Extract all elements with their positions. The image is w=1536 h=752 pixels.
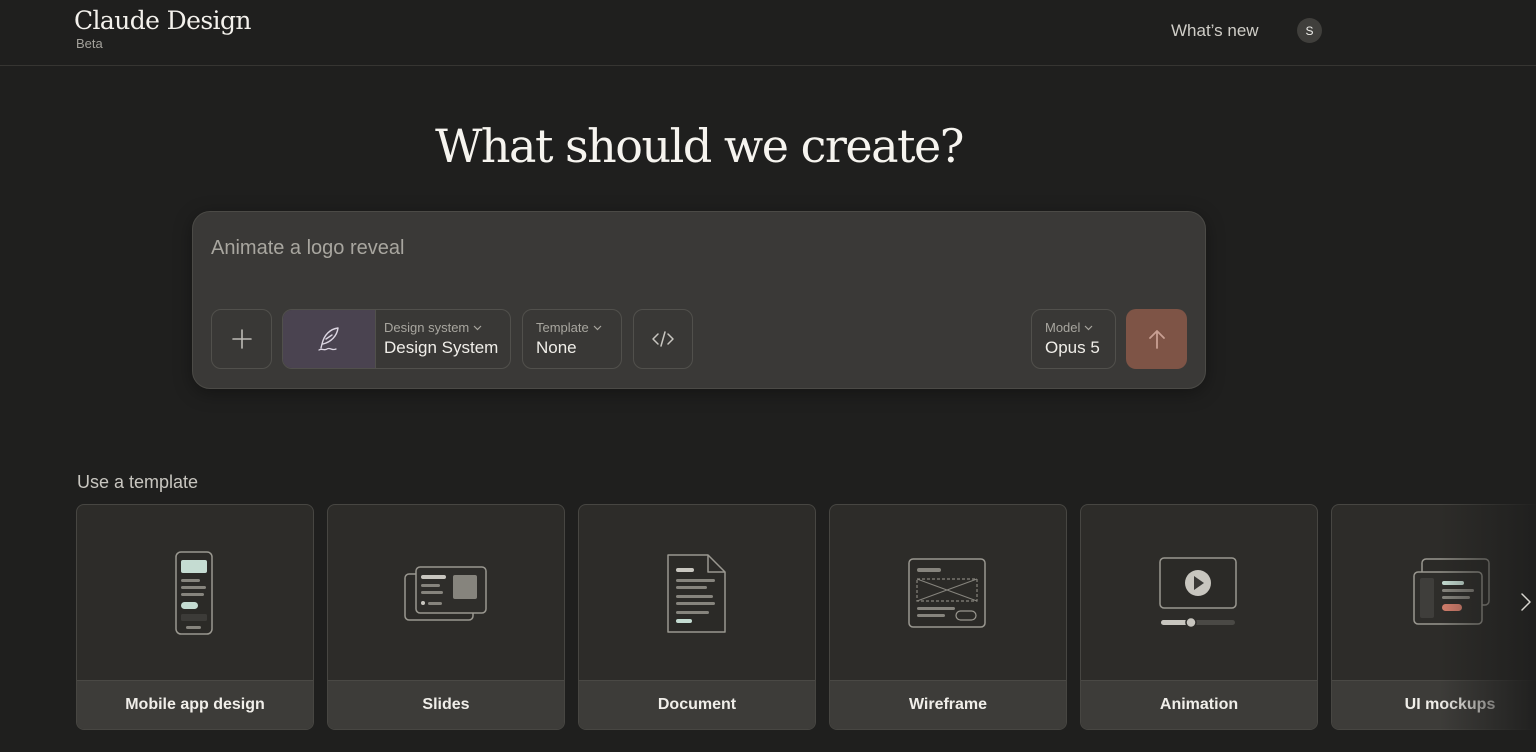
code-icon (652, 331, 674, 347)
arrow-up-icon (1148, 330, 1165, 349)
gallery-next-button[interactable] (1516, 588, 1536, 616)
template-card-slides[interactable]: Slides (327, 504, 565, 730)
template-card-wireframe[interactable]: Wireframe (829, 504, 1067, 730)
template-card-label: UI mockups (1332, 680, 1536, 729)
chevron-down-icon (593, 325, 602, 331)
code-button[interactable] (633, 309, 693, 369)
template-card-ui-mockups[interactable]: UI mockups (1331, 504, 1536, 730)
template-card-label: Document (579, 680, 815, 729)
template-value: None (536, 338, 577, 357)
templates-section-label: Use a template (77, 472, 199, 492)
top-bar: Claude Design Beta What’s new S (0, 0, 1536, 66)
beta-badge: Beta (76, 36, 103, 51)
template-selector[interactable]: Template None (522, 309, 622, 369)
template-caption: Template (536, 320, 602, 335)
template-card-label: Animation (1081, 680, 1317, 729)
template-card-label: Slides (328, 680, 564, 729)
chevron-down-icon (473, 325, 482, 331)
wireframe-icon (908, 557, 986, 628)
send-button[interactable] (1126, 309, 1187, 369)
slides-icon (404, 565, 487, 621)
brand-name: Claude Design (74, 6, 251, 35)
model-value: Opus 5 (1045, 338, 1100, 357)
template-card-label: Wireframe (830, 680, 1066, 729)
design-system-value: Design System (384, 338, 499, 357)
animation-icon (1159, 556, 1237, 628)
design-system-selector[interactable]: Design system Design System (282, 309, 511, 369)
design-system-caption: Design system (384, 320, 482, 335)
document-icon (667, 553, 726, 633)
mobile-app-icon (175, 550, 213, 635)
model-caption: Model (1045, 320, 1093, 335)
design-system-thumbnail (283, 310, 376, 368)
user-avatar[interactable]: S (1297, 18, 1322, 43)
prompt-composer: Design system Design System Template Non… (192, 211, 1206, 389)
template-card-mobile-app[interactable]: Mobile app design (76, 504, 314, 730)
template-card-document[interactable]: Document (578, 504, 816, 730)
page-title: What should we create? (435, 119, 964, 173)
chevron-right-icon (1521, 593, 1531, 611)
whats-new-link[interactable]: What’s new (1171, 21, 1259, 41)
quill-icon (318, 327, 339, 351)
template-card-label: Mobile app design (77, 680, 313, 729)
model-selector[interactable]: Model Opus 5 (1031, 309, 1116, 369)
prompt-input[interactable] (211, 232, 1171, 264)
chevron-down-icon (1084, 325, 1093, 331)
plus-icon (231, 329, 252, 349)
brand-logo[interactable]: Claude Design Beta (74, 6, 251, 52)
template-card-animation[interactable]: Animation (1080, 504, 1318, 730)
ui-mockups-icon (1413, 557, 1490, 625)
add-attachment-button[interactable] (211, 309, 272, 369)
